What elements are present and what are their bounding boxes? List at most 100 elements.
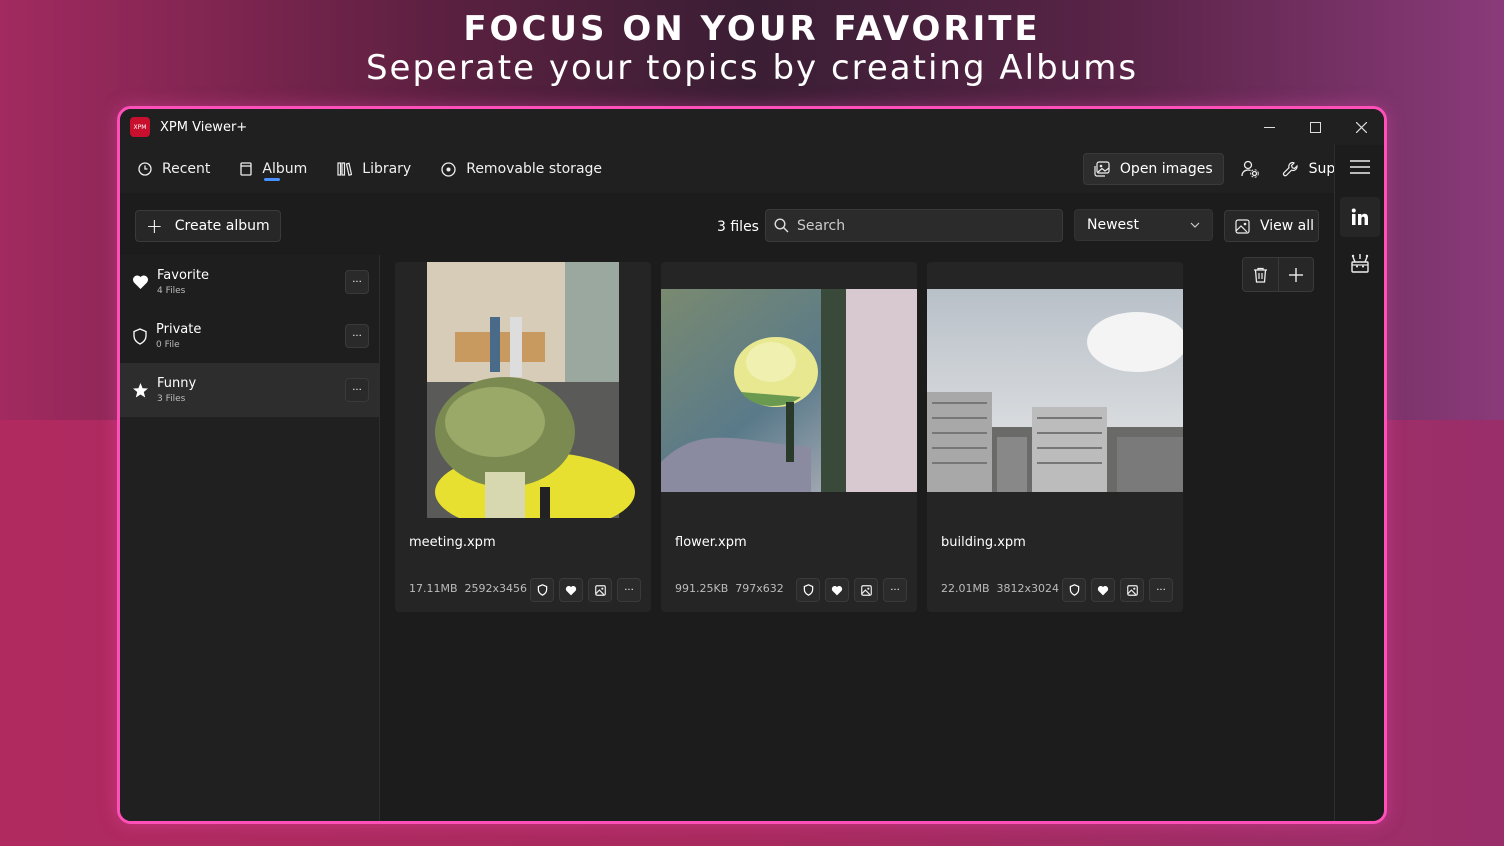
user-gear-icon (1241, 160, 1259, 178)
album-item-favorite[interactable]: Favorite 4 Files ··· (120, 255, 379, 309)
album-name: Private (156, 322, 202, 337)
photo-card[interactable]: building.xpm 22.01MB 3812x3024 ··· (927, 262, 1183, 612)
file-actions: ··· (525, 578, 641, 602)
album-more-button[interactable]: ··· (345, 378, 369, 402)
file-dims: 2592x3456 (464, 582, 528, 595)
file-meta: 22.01MB 3812x3024 (941, 582, 1059, 595)
heart-icon (1097, 585, 1109, 595)
nav-removable-storage[interactable]: Removable storage (441, 145, 602, 193)
flower-thumbnail[interactable] (661, 262, 917, 518)
nav-library[interactable]: Library (337, 145, 411, 193)
view-all-label: View all (1260, 218, 1315, 234)
maximize-icon (1309, 121, 1321, 133)
window-controls (1246, 109, 1384, 145)
app-window: XPM XPM Viewer+ Recent Album Library Rem… (117, 106, 1387, 824)
shield-icon (803, 584, 813, 596)
view-image-button[interactable] (854, 578, 878, 602)
more-button[interactable]: ··· (883, 578, 907, 602)
photo-grid: meeting.xpm 17.11MB 2592x3456 ··· flower… (380, 255, 1334, 821)
view-image-button[interactable] (1120, 578, 1144, 602)
album-item-funny[interactable]: Funny 3 Files ··· (120, 363, 379, 417)
linkedin-button[interactable] (1339, 197, 1380, 237)
minimize-icon (1263, 126, 1275, 128)
trash-icon (1254, 267, 1267, 283)
favorite-button[interactable] (1091, 578, 1115, 602)
star-icon (133, 382, 148, 397)
plus-icon (1289, 267, 1303, 282)
album-name: Favorite (157, 268, 209, 283)
sort-dropdown[interactable]: Newest (1074, 209, 1213, 241)
album-count: 3 Files (157, 394, 186, 404)
search-box[interactable] (765, 209, 1063, 242)
gift-button[interactable] (1340, 243, 1380, 283)
nav-album[interactable]: Album (240, 145, 307, 193)
close-icon (1355, 121, 1367, 133)
file-dims: 797x632 (735, 582, 784, 595)
more-button[interactable]: ··· (1149, 578, 1173, 602)
nav-actions: Open images Support (1082, 145, 1364, 193)
shield-icon (133, 327, 147, 345)
minimize-button[interactable] (1246, 109, 1292, 145)
nav-library-label: Library (362, 161, 412, 177)
file-name: meeting.xpm (409, 535, 496, 550)
building-thumbnail[interactable] (927, 262, 1183, 518)
photo-card[interactable]: flower.xpm 991.25KB 797x632 ··· (661, 262, 917, 612)
images-icon (1094, 161, 1110, 177)
open-images-label: Open images (1119, 161, 1213, 177)
promo-title: FOCUS ON YOUR FAVORITE (463, 9, 1041, 49)
library-icon (337, 162, 353, 176)
heart-icon (565, 585, 577, 595)
file-name: flower.xpm (675, 535, 747, 550)
close-button[interactable] (1338, 109, 1384, 145)
active-tab-indicator (264, 178, 281, 181)
album-count: 0 File (156, 340, 180, 350)
file-size: 22.01MB (941, 582, 990, 595)
menu-button[interactable] (1340, 147, 1380, 187)
heart-icon (831, 585, 843, 595)
app-logo: XPM (130, 117, 150, 137)
favorite-button[interactable] (825, 578, 849, 602)
hamburger-menu-icon (1349, 160, 1370, 174)
view-all-button[interactable]: View all (1224, 210, 1319, 242)
image-icon (1235, 218, 1250, 234)
file-name: building.xpm (941, 535, 1026, 550)
right-rail (1334, 145, 1384, 821)
files-count: 3 files (717, 219, 759, 235)
album-item-private[interactable]: Private 0 File ··· (120, 309, 379, 363)
shield-icon (1069, 584, 1079, 596)
album-name: Funny (157, 376, 197, 391)
album-icon (240, 162, 253, 176)
nav-recent[interactable]: Recent (138, 145, 210, 193)
private-button[interactable] (530, 578, 554, 602)
album-more-button[interactable]: ··· (345, 324, 369, 348)
favorite-button[interactable] (559, 578, 583, 602)
account-settings-button[interactable] (1232, 153, 1268, 185)
file-meta: 17.11MB 2592x3456 (409, 582, 527, 595)
album-more-button[interactable]: ··· (345, 270, 369, 294)
heart-icon (132, 275, 149, 289)
image-icon (1126, 584, 1138, 596)
grid-tools (1242, 257, 1314, 292)
file-size: 17.11MB (409, 582, 458, 595)
file-dims: 3812x3024 (996, 582, 1060, 595)
view-image-button[interactable] (588, 578, 612, 602)
photo-card[interactable]: meeting.xpm 17.11MB 2592x3456 ··· (395, 262, 651, 612)
file-actions: ··· (791, 578, 907, 602)
private-button[interactable] (796, 578, 820, 602)
delete-button[interactable] (1243, 258, 1278, 291)
shield-icon (537, 584, 547, 596)
app-title: XPM Viewer+ (160, 119, 248, 135)
create-album-button[interactable]: + Create album (135, 210, 281, 242)
album-toolbar: + Create album 3 files Newest View all (120, 193, 1334, 255)
search-input[interactable] (797, 217, 1037, 234)
clock-icon (138, 162, 152, 176)
promo-headline: FOCUS ON YOUR FAVORITE Seperate your top… (0, 8, 1504, 86)
nav-album-label: Album (262, 161, 308, 177)
private-button[interactable] (1062, 578, 1086, 602)
maximize-button[interactable] (1292, 109, 1338, 145)
more-button[interactable]: ··· (617, 578, 641, 602)
main-content: + Create album 3 files Newest View all (120, 193, 1334, 821)
add-to-album-button[interactable] (1278, 258, 1313, 291)
open-images-button[interactable]: Open images (1082, 153, 1224, 185)
meeting-thumbnail[interactable] (395, 262, 651, 518)
